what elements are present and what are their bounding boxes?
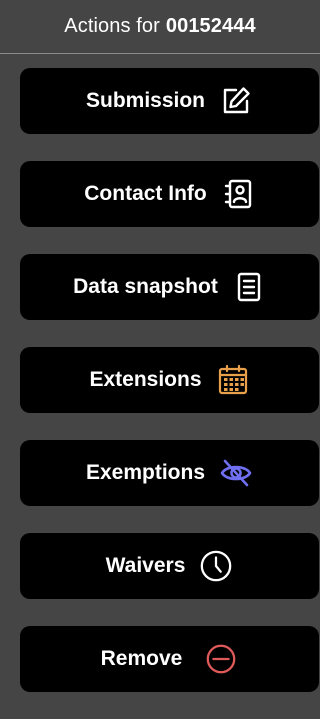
minus-circle-icon xyxy=(204,642,238,676)
document-lines-icon xyxy=(232,270,266,304)
contact-info-label: Contact Info xyxy=(84,182,207,205)
clock-icon xyxy=(199,549,233,583)
remove-button[interactable]: Remove xyxy=(20,626,319,692)
contact-info-button[interactable]: Contact Info xyxy=(20,161,319,227)
eye-off-icon xyxy=(219,456,253,490)
waivers-label: Waivers xyxy=(105,554,186,577)
exemptions-button[interactable]: Exemptions xyxy=(20,440,319,506)
header-record-id: 00152444 xyxy=(165,15,256,37)
edit-icon xyxy=(219,84,253,118)
data-snapshot-button[interactable]: Data snapshot xyxy=(20,254,319,320)
waivers-button[interactable]: Waivers xyxy=(20,533,319,599)
submission-label: Submission xyxy=(85,89,206,112)
extensions-label: Extensions xyxy=(89,368,202,391)
panel-header: Actions for 00152444 xyxy=(0,0,320,54)
calendar-icon xyxy=(216,363,250,397)
actions-panel: Actions for 00152444 Submission Contact … xyxy=(0,0,320,695)
extensions-button[interactable]: Extensions xyxy=(20,347,319,413)
submission-button[interactable]: Submission xyxy=(20,68,319,134)
action-list: Submission Contact Info Data snapshot Ex… xyxy=(20,68,319,719)
exemptions-label: Exemptions xyxy=(85,461,206,484)
data-snapshot-label: Data snapshot xyxy=(73,275,218,298)
header-prefix: Actions for xyxy=(64,15,160,37)
remove-label: Remove xyxy=(100,647,183,670)
contact-card-icon xyxy=(221,177,255,211)
